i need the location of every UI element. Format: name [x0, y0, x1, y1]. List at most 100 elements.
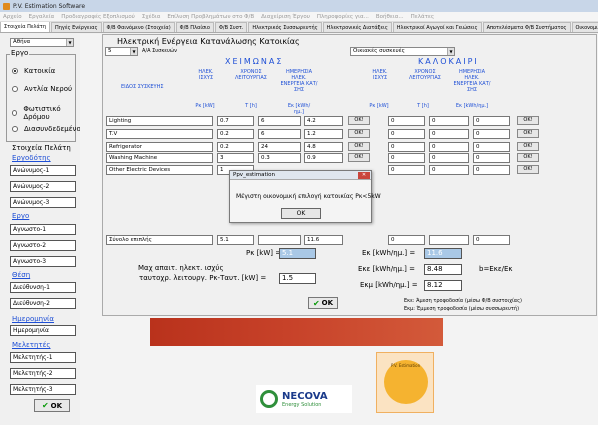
menu-info[interactable]: Πληροφορίες για... [317, 14, 369, 20]
checkmark-icon: ✔ [41, 401, 49, 410]
winter-power-field[interactable]: 0.2 [217, 142, 254, 152]
date-link[interactable]: Ημερομηνία [12, 315, 54, 323]
ekm-value: 8.12 [424, 280, 462, 291]
necova-name: NECOVA [282, 390, 328, 402]
summer-time-field[interactable]: 0 [429, 142, 469, 152]
dialog-ok-button[interactable]: OK [281, 208, 321, 219]
pv-logo-text: P.V. Estimation [391, 363, 421, 368]
employer-link[interactable]: Εργοδότης [12, 154, 51, 162]
winter-time-field[interactable]: 24 [258, 142, 301, 152]
menu-project[interactable]: Διαχείριση Έργου [261, 14, 310, 20]
winter-power-field[interactable]: 0.2 [217, 129, 254, 139]
winter-time-field[interactable]: 6 [258, 116, 301, 126]
winter-row-ok-button[interactable]: OK! [348, 116, 370, 125]
device-name-field[interactable]: Lighting [106, 116, 213, 126]
engineer-field-1[interactable]: Μελετητής-1 [10, 352, 76, 363]
radio-residence[interactable]: Κατοικία [12, 67, 55, 75]
address-field-2[interactable]: Διεύθυνση-2 [10, 298, 76, 309]
radio-dot-icon [12, 126, 18, 132]
menu-troubleshooting[interactable]: Επίλυση Προβλημάτων στο Φ/Β [167, 14, 254, 20]
device-name-field[interactable]: Other Electric Devices [106, 165, 213, 175]
form-ok-button[interactable]: ✔ OK [308, 297, 338, 309]
menu-file[interactable]: Αρχείο [3, 14, 22, 20]
device-name-field[interactable]: T.V [106, 129, 213, 139]
tab-cables[interactable]: Ηλεκτρικοί Αγωγοί και Γειώσεις [392, 22, 482, 32]
menu-help[interactable]: Βοήθεια... [376, 14, 404, 20]
menu-tools[interactable]: Εργαλεία [29, 14, 55, 20]
necova-tagline: Energy Solution [282, 401, 322, 408]
engineer-field-2[interactable]: Μελετητής-2 [10, 368, 76, 379]
total-summer-time [429, 235, 469, 245]
tab-results[interactable]: Αποτελέσματα Φ/Β Συστήματος [482, 22, 571, 32]
project-field-1[interactable]: Αγνωστο-1 [10, 224, 76, 235]
employer-field-3[interactable]: Ανώνυμος-3 [10, 197, 76, 208]
necova-ring-icon [260, 390, 278, 408]
summer-time-field[interactable]: 0 [429, 153, 469, 163]
project-field-2[interactable]: Αγνωστο-2 [10, 240, 76, 251]
close-icon[interactable]: ✕ [358, 172, 370, 179]
winter-time-field[interactable]: 6 [258, 129, 301, 139]
employer-field-1[interactable]: Ανώνυμος-1 [10, 165, 76, 176]
summer-row-ok-button[interactable]: OK! [517, 153, 539, 162]
tab-electronics[interactable]: Ηλεκτρονικές Διατάξεις [322, 22, 392, 32]
summer-row-ok-button[interactable]: OK! [517, 142, 539, 151]
tab-battery[interactable]: Ηλεκτρικός Συσσωρευτής [248, 22, 322, 32]
summer-power-field[interactable]: 0 [388, 142, 425, 152]
summer-energy-header: ΗΜΕΡΗΣΙΑ ΗΛΕΚ. ΕΝΕΡΓΕΙΑ ΚΑΤ/ΣΗΣ [453, 69, 491, 93]
appliance-type-dropdown[interactable]: Οικιακές συσκευές ▼ [350, 47, 455, 56]
winter-energy-field: 1.2 [304, 129, 343, 139]
tab-client[interactable]: Στοιχεία Πελάτη [0, 22, 50, 32]
radio-street-light[interactable]: Φωτιστικό Δρόμου [12, 105, 78, 121]
project-field-3[interactable]: Αγνωστο-3 [10, 256, 76, 267]
winter-power-field[interactable]: 3 [217, 153, 254, 163]
tab-pv-system[interactable]: Φ/Β Συστ. [214, 22, 248, 32]
summer-energy-unit: Eκ [kWh/ημ.] [455, 103, 489, 109]
checkmark-icon: ✔ [312, 298, 320, 308]
device-count-dropdown[interactable]: 5 ▼ [105, 47, 138, 56]
tab-economic[interactable]: Οικονομική Α [571, 22, 598, 32]
winter-row-ok-button[interactable]: OK! [348, 142, 370, 151]
winter-energy-field: 4.8 [304, 142, 343, 152]
menu-equipment[interactable]: Προδιαγραφές Εξοπλισμού [61, 14, 135, 20]
summer-row-ok-button[interactable]: OK! [517, 165, 539, 174]
summer-power-field[interactable]: 0 [388, 153, 425, 163]
summer-row-ok-button[interactable]: OK! [517, 129, 539, 138]
window-title: P.V. Estimation Software [13, 2, 86, 10]
radio-water-pump[interactable]: Αντλία Νερού [12, 85, 72, 93]
summer-time-field[interactable]: 0 [429, 129, 469, 139]
menu-drawings[interactable]: Σχέδια [142, 14, 160, 20]
radio-grid-connected[interactable]: Διασυνδεδεμένο [12, 125, 81, 133]
winter-time-header: ΧΡΟΝΟΣ ΛΕΙΤΟΥΡΓΙΑΣ [235, 69, 267, 81]
winter-power-field[interactable]: 0.7 [217, 116, 254, 126]
summer-time-field[interactable]: 0 [429, 116, 469, 126]
address-field-1[interactable]: Διεύθυνση-1 [10, 282, 76, 293]
summer-power-field[interactable]: 0 [388, 129, 425, 139]
menu-clients[interactable]: Πελάτες [411, 14, 435, 20]
engineers-link[interactable]: Μελετητές [12, 341, 51, 349]
engineer-field-3[interactable]: Μελετητής-3 [10, 384, 76, 395]
employer-field-2[interactable]: Ανώνυμος-2 [10, 181, 76, 192]
winter-row-ok-button[interactable]: OK! [348, 129, 370, 138]
max-power-field[interactable]: 1.5 [279, 273, 316, 284]
summer-time-field[interactable]: 0 [429, 165, 469, 175]
menu-bar: Αρχείο Εργαλεία Προδιαγραφές Εξοπλισμού … [0, 12, 598, 22]
tab-pv-phenomenon[interactable]: Φ/Β Φαινόμενο (Στοιχεία) [102, 22, 175, 32]
summer-power-field[interactable]: 0 [388, 116, 425, 126]
summer-row-ok-button[interactable]: OK! [517, 116, 539, 125]
winter-time-field[interactable]: 0.3 [258, 153, 301, 163]
tab-pv-frame[interactable]: Φ/Β Πλαίσιο [175, 22, 214, 32]
device-name-field[interactable]: Washing Machine [106, 153, 213, 163]
winter-row-ok-button[interactable]: OK! [348, 153, 370, 162]
winter-power-unit: Pκ [kW] [195, 103, 215, 109]
date-field[interactable]: Ημερομηνία [10, 325, 76, 336]
summer-power-field[interactable]: 0 [388, 165, 425, 175]
total-winter-power: 5.1 [217, 235, 254, 245]
client-panel: Αθήνα ▼ Εργο Κατοικία Αντλία Νερού Φωτισ… [0, 34, 81, 425]
title-bar: P.V. Estimation Software [0, 0, 598, 12]
city-dropdown[interactable]: Αθήνα ▼ [10, 38, 74, 47]
client-ok-button[interactable]: ✔ OK [34, 399, 70, 412]
device-name-field[interactable]: Refrigerator [106, 142, 213, 152]
project-link[interactable]: Εργο [12, 212, 29, 220]
tab-energy-sources[interactable]: Πηγές Ενέργειας [51, 22, 102, 32]
location-link[interactable]: Θέση [12, 271, 30, 279]
